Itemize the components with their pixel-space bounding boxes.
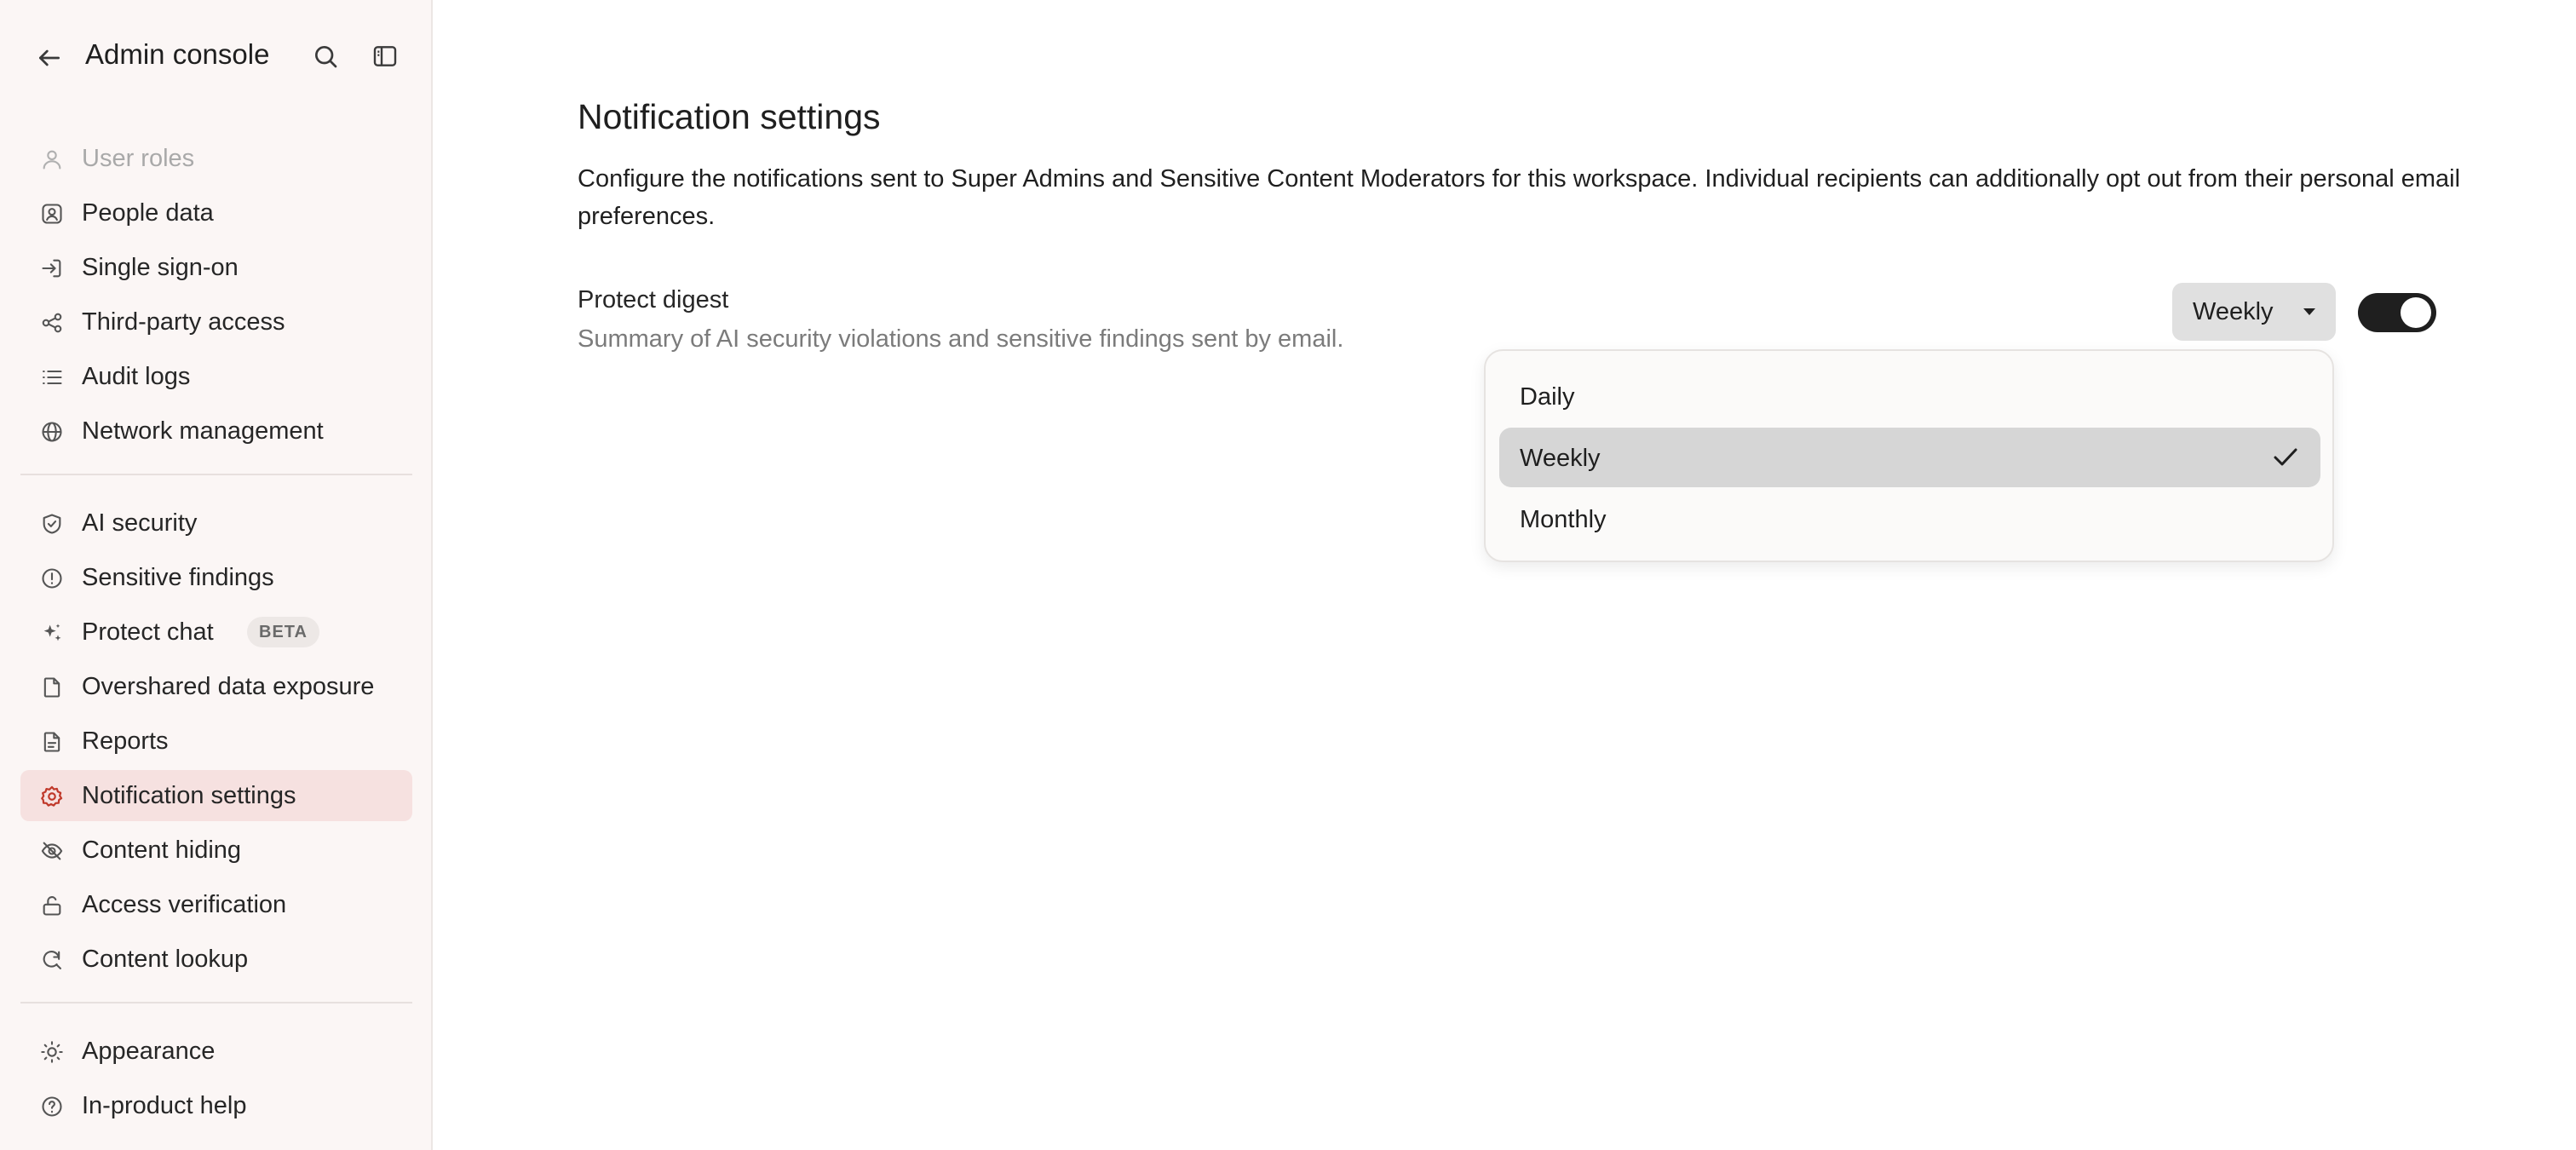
toggle-knob <box>2401 297 2431 328</box>
sidebar-item-label: Access verification <box>82 891 287 918</box>
sidebar-item-label: AI security <box>82 509 198 537</box>
frequency-select-value: Weekly <box>2193 298 2274 325</box>
sidebar-item-label: Sensitive findings <box>82 564 274 591</box>
sidebar-item-label: Reports <box>82 727 169 755</box>
sidebar-item-label: Single sign-on <box>82 254 239 281</box>
setting-subtitle: Summary of AI security violations and se… <box>578 325 1344 353</box>
page-description: Configure the notifications sent to Supe… <box>578 165 2461 230</box>
sidebar-header: Admin console <box>0 0 433 114</box>
back-button[interactable] <box>32 41 66 75</box>
sidebar-title: Admin console <box>85 38 270 70</box>
arrow-left-icon <box>39 49 60 66</box>
sparkle-icon <box>39 620 65 646</box>
setting-title: Protect digest <box>578 286 729 313</box>
dropdown-option-monthly[interactable]: Monthly <box>1499 489 2320 549</box>
user-icon <box>39 147 65 172</box>
report-icon <box>39 729 65 755</box>
sidebar: Admin console User roles People data Sin… <box>0 0 433 1150</box>
sun-icon <box>39 1039 65 1065</box>
sidebar-item-label: Audit logs <box>82 363 191 390</box>
sidebar-item-label: Third-party access <box>82 308 285 336</box>
dropdown-option-label: Daily <box>1520 383 1575 411</box>
sidebar-item-label: In-product help <box>82 1092 247 1119</box>
protect-digest-toggle[interactable] <box>2358 293 2436 332</box>
eye-off-icon <box>39 838 65 864</box>
search-icon <box>315 46 337 68</box>
dropdown-option-daily[interactable]: Daily <box>1499 366 2320 426</box>
person-card-icon <box>39 201 65 227</box>
sidebar-item-access-verification[interactable]: Access verification <box>20 879 412 930</box>
caret-down-icon <box>2303 308 2315 315</box>
sidebar-item-network-management[interactable]: Network management <box>20 405 412 457</box>
sidebar-item-ai-security[interactable]: AI security <box>20 497 412 549</box>
sidebar-item-notification-settings[interactable]: Notification settings <box>20 770 412 821</box>
refresh-search-icon <box>39 947 65 973</box>
sidebar-item-in-product-help[interactable]: In-product help <box>20 1080 412 1131</box>
sidebar-item-label: Overshared data exposure <box>82 673 375 700</box>
sidebar-item-label: Appearance <box>82 1038 216 1065</box>
sidebar-item-label: Content lookup <box>82 946 249 973</box>
sidebar-item-overshared-data-exposure[interactable]: Overshared data exposure <box>20 661 412 712</box>
sidebar-item-label: People data <box>82 199 214 227</box>
beta-badge: BETA <box>247 617 319 647</box>
sidebar-item-label: Content hiding <box>82 837 242 864</box>
sidebar-item-content-hiding[interactable]: Content hiding <box>20 825 412 876</box>
dropdown-option-label: Weekly <box>1520 445 1601 472</box>
sidebar-item-protect-chat[interactable]: Protect chat BETA <box>20 607 412 658</box>
alert-circle-icon <box>39 566 65 591</box>
sidebar-item-audit-logs[interactable]: Audit logs <box>20 351 412 402</box>
sidebar-item-people-data[interactable]: People data <box>20 187 412 239</box>
globe-icon <box>39 419 65 445</box>
main-content: Notification settings Configure the noti… <box>434 0 2576 1150</box>
page-title: Notification settings <box>578 97 881 136</box>
sidebar-item-reports[interactable]: Reports <box>20 716 412 767</box>
share-nodes-icon <box>39 310 65 336</box>
dropdown-option-weekly[interactable]: Weekly <box>1499 428 2320 487</box>
sidebar-item-label: Protect chat <box>82 618 214 646</box>
sidebar-item-label: User roles <box>82 145 195 172</box>
list-icon <box>39 365 65 390</box>
unlock-icon <box>39 893 65 918</box>
sidebar-item-sensitive-findings[interactable]: Sensitive findings <box>20 552 412 603</box>
sidebar-item-third-party-access[interactable]: Third-party access <box>20 296 412 348</box>
file-icon <box>39 675 65 700</box>
toggle-sidebar-button[interactable] <box>368 39 402 73</box>
sidebar-panel-icon <box>373 46 397 66</box>
frequency-dropdown-menu: Daily Weekly Monthly <box>1484 349 2334 562</box>
sign-in-icon <box>39 256 65 281</box>
sidebar-divider <box>20 1002 412 1003</box>
sidebar-divider <box>20 474 412 475</box>
dropdown-option-label: Monthly <box>1520 506 1607 533</box>
sidebar-item-label: Notification settings <box>82 782 296 809</box>
sidebar-item-label: Network management <box>82 417 324 445</box>
sidebar-item-appearance[interactable]: Appearance <box>20 1026 412 1077</box>
sidebar-item-content-lookup[interactable]: Content lookup <box>20 934 412 985</box>
gear-icon <box>39 784 65 809</box>
search-button[interactable] <box>308 39 342 73</box>
sidebar-item-single-sign-on[interactable]: Single sign-on <box>20 242 412 293</box>
checkmark-icon <box>2274 448 2297 466</box>
help-circle-icon <box>39 1094 65 1119</box>
frequency-select[interactable]: Weekly <box>2172 283 2336 341</box>
sidebar-item-user-roles[interactable]: User roles <box>20 133 412 184</box>
shield-check-icon <box>39 511 65 537</box>
